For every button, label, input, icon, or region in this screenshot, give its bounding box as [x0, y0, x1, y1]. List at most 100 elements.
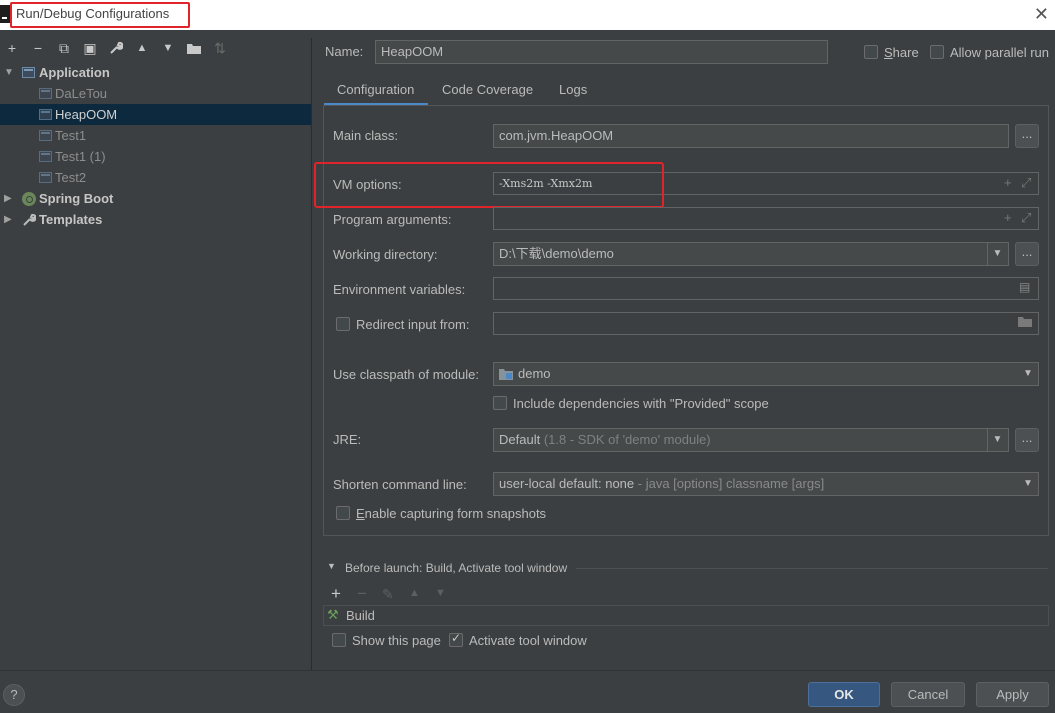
tree-item-test2[interactable]: Test2 — [0, 167, 312, 188]
main-class-label: Main class: — [333, 128, 399, 143]
move-task-up-icon[interactable]: ▲ — [409, 587, 420, 599]
shorten-command-line-select[interactable]: user-local default: none - java [options… — [493, 472, 1039, 496]
move-down-icon[interactable]: ▼ — [159, 38, 177, 58]
build-task-label: Build — [346, 608, 375, 623]
tab-code-coverage[interactable]: Code Coverage — [442, 80, 533, 106]
tree-label: Test1 — [55, 128, 87, 143]
folder-icon[interactable] — [1018, 314, 1032, 330]
add-icon[interactable]: + — [3, 38, 21, 58]
tree-node-application[interactable]: ▼ Application — [0, 62, 312, 83]
wrench-icon[interactable] — [107, 38, 125, 58]
before-launch-task-build[interactable]: ⚒ Build — [323, 605, 1049, 626]
capture-snapshots-checkbox[interactable] — [336, 506, 350, 520]
tree-label: Spring Boot — [39, 191, 114, 206]
tree-item-daletou[interactable]: DaLeTou — [0, 83, 312, 104]
cancel-button[interactable]: Cancel — [891, 682, 965, 707]
activate-tool-window-checkbox[interactable] — [449, 631, 463, 647]
working-directory-input[interactable]: D:\下载\demo\demo — [493, 242, 1009, 266]
before-launch-separator — [576, 568, 1048, 569]
chevron-down-icon[interactable]: ▼ — [987, 243, 1007, 265]
tab-logs[interactable]: Logs — [559, 80, 587, 106]
tree-label: HeapOOM — [55, 107, 118, 122]
remove-task-icon[interactable]: − — [357, 584, 367, 604]
sort-icon[interactable]: ⇅ — [211, 38, 229, 58]
tree-item-test1-1[interactable]: Test1 (1) — [0, 146, 312, 167]
insert-macro-icon[interactable]: + — [1004, 175, 1012, 190]
expanded-arrow-icon[interactable]: ▼ — [4, 62, 16, 83]
tree-label: Test2 — [55, 170, 87, 185]
browse-main-class-button[interactable]: ... — [1015, 124, 1039, 148]
remove-icon[interactable]: − — [29, 38, 47, 58]
jre-label: JRE: — [333, 432, 362, 447]
edit-task-icon[interactable]: ✎ — [382, 586, 394, 603]
expand-field-icon[interactable]: ⤢ — [1021, 210, 1031, 226]
tree-item-test1[interactable]: Test1 — [0, 125, 312, 146]
activate-tool-window-label: Activate tool window — [469, 633, 587, 648]
title-highlight-box — [10, 2, 190, 28]
classpath-module-value: demo — [518, 366, 551, 381]
chevron-down-icon[interactable]: ▼ — [1018, 363, 1038, 385]
before-launch-title: Before launch: Build, Activate tool wind… — [345, 561, 568, 575]
hammer-icon: ⚒ — [327, 607, 339, 622]
intellij-app-icon — [0, 5, 10, 23]
vm-options-highlight-box — [314, 162, 664, 208]
config-icon — [39, 109, 52, 120]
tree-node-templates[interactable]: ▶ Templates — [0, 209, 312, 230]
move-task-down-icon[interactable]: ▼ — [435, 587, 446, 599]
tab-configuration[interactable]: Configuration — [324, 80, 428, 106]
edit-env-vars-icon[interactable]: ▤ — [1019, 280, 1030, 294]
allow-parallel-run-checkbox[interactable] — [930, 45, 944, 59]
jre-select[interactable]: Default (1.8 - SDK of 'demo' module) — [493, 428, 1009, 452]
collapsed-arrow-icon[interactable]: ▶ — [4, 209, 16, 230]
move-up-icon[interactable]: ▲ — [133, 38, 151, 58]
include-provided-deps-checkbox[interactable] — [493, 396, 507, 410]
collapsed-arrow-icon[interactable]: ▶ — [4, 188, 16, 209]
share-checkbox[interactable] — [864, 45, 878, 59]
chevron-down-icon[interactable]: ▼ — [987, 429, 1007, 451]
help-button[interactable]: ? — [3, 684, 25, 706]
redirect-input-label: Redirect input from: — [356, 317, 470, 332]
program-arguments-label: Program arguments: — [333, 212, 452, 227]
redirect-input-checkbox[interactable] — [336, 317, 350, 331]
panel-divider[interactable] — [311, 38, 312, 670]
browse-working-directory-button[interactable]: ... — [1015, 242, 1039, 266]
insert-macro-icon[interactable]: + — [1004, 210, 1012, 225]
main-class-input[interactable]: com.jvm.HeapOOM — [493, 124, 1009, 148]
apply-button[interactable]: Apply — [976, 682, 1049, 707]
config-icon — [39, 130, 52, 141]
expand-field-icon[interactable]: ⤢ — [1021, 175, 1031, 191]
show-this-page-label: Show this page — [352, 633, 441, 648]
application-icon — [22, 67, 35, 78]
chevron-down-icon[interactable]: ▼ — [1018, 473, 1038, 495]
collapse-arrow-icon[interactable]: ▼ — [327, 561, 336, 571]
show-this-page-checkbox[interactable] — [332, 633, 346, 647]
allow-parallel-run-label: Allow parallel run — [950, 45, 1049, 60]
tree-label: Test1 (1) — [55, 149, 106, 164]
module-folder-icon — [499, 367, 513, 383]
folder-icon[interactable] — [185, 38, 203, 58]
add-task-icon[interactable]: + — [331, 584, 341, 604]
save-icon[interactable]: ▣ — [81, 38, 99, 58]
tree-label: DaLeTou — [55, 86, 108, 101]
config-icon — [39, 151, 52, 162]
copy-icon[interactable]: ⧉ — [55, 38, 73, 58]
close-icon[interactable]: ✕ — [1034, 4, 1049, 25]
capture-snapshots-label: Enable capturing form snapshots — [356, 506, 547, 521]
shorten-command-line-label: Shorten command line: — [333, 477, 467, 492]
program-arguments-input[interactable] — [493, 207, 1039, 230]
working-directory-label: Working directory: — [333, 247, 438, 262]
classpath-module-select[interactable]: demo — [493, 362, 1039, 386]
ok-button[interactable]: OK — [808, 682, 880, 707]
spring-boot-icon — [22, 192, 36, 206]
environment-variables-input[interactable] — [493, 277, 1039, 300]
name-input[interactable]: HeapOOM — [375, 40, 828, 64]
wrench-icon — [22, 209, 37, 233]
tree-node-spring-boot[interactable]: ▶ Spring Boot — [0, 188, 312, 209]
config-icon — [39, 172, 52, 183]
title-bar: Run/Debug Configurations ✕ — [0, 0, 1055, 30]
browse-jre-button[interactable]: ... — [1015, 428, 1039, 452]
tree-item-heapoom[interactable]: HeapOOM — [0, 104, 312, 125]
shorten-value: user-local default: none — [499, 476, 635, 491]
footer-separator — [0, 670, 1055, 671]
redirect-input-field[interactable] — [493, 312, 1039, 335]
